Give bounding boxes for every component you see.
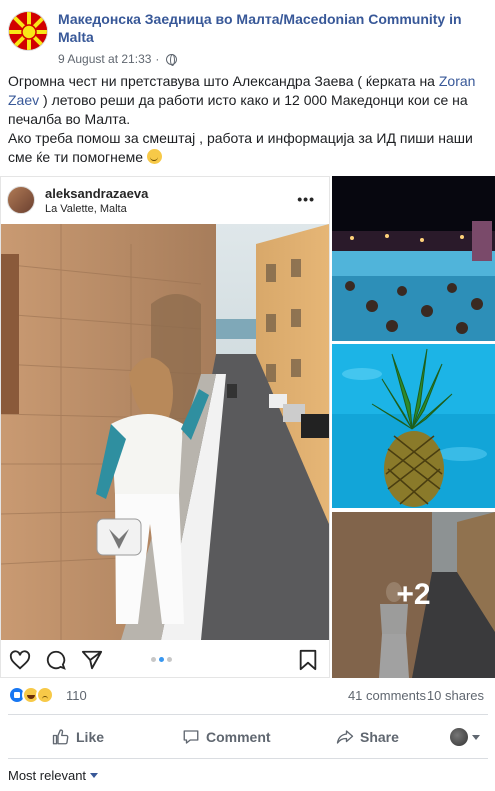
like-label: Like (76, 729, 105, 745)
more-photos-overlay[interactable]: +2 (332, 512, 495, 678)
viewer-avatar (450, 728, 468, 746)
like-button[interactable]: Like (52, 728, 104, 746)
instagram-action-bar (1, 641, 329, 677)
post-stats: 110 41 comments 10 shares (8, 686, 488, 708)
comment-icon (183, 730, 199, 744)
thumbs-up-icon (52, 729, 69, 745)
divider (8, 758, 488, 759)
share-button[interactable]: Share (336, 728, 399, 746)
night-pool-photo (332, 176, 495, 341)
globe-icon[interactable] (166, 53, 178, 66)
page-avatar[interactable] (8, 11, 48, 51)
reaction-count[interactable]: 110 (66, 688, 87, 703)
sad-reaction-icon (36, 686, 54, 704)
share-arrow-icon (336, 730, 354, 744)
smile-emoji-icon (146, 149, 162, 164)
thumbnail-night-pool[interactable] (332, 176, 495, 341)
comment-sort-label: Most relevant (8, 768, 87, 783)
instagram-post-image[interactable]: aleksandrazaeva La Valette, Malta ••• (0, 176, 330, 678)
post-timestamp[interactable]: 9 August at 21:33 (58, 52, 151, 66)
divider (8, 714, 488, 715)
caret-down-icon (472, 734, 480, 740)
thumbnail-pineapple[interactable] (332, 344, 495, 508)
shares-count-link[interactable]: 10 shares (427, 688, 484, 703)
street-scene (1, 224, 329, 640)
instagram-username: aleksandrazaeva (45, 186, 149, 201)
page-name-link[interactable]: Македонска Заедница во Малта/Macedonian … (58, 10, 478, 46)
heart-icon[interactable] (9, 649, 31, 671)
comments-count-link[interactable]: 41 comments (348, 688, 426, 703)
pineapple-photo (332, 344, 495, 508)
thumbnail-more-photos[interactable]: +2 (332, 512, 495, 678)
comment-label: Comment (206, 729, 271, 745)
comment-button[interactable]: Comment (182, 728, 271, 746)
post-as-selector[interactable] (450, 728, 480, 746)
reaction-icons[interactable] (8, 686, 54, 704)
photo-gallery: aleksandrazaeva La Valette, Malta ••• +2 (0, 176, 495, 678)
more-dots-icon: ••• (297, 191, 315, 207)
post-action-bar: Like Comment Share (8, 722, 488, 754)
bookmark-icon[interactable] (297, 649, 319, 671)
post-body: Огромна чест ни претставува што Александ… (8, 73, 476, 165)
caret-down-icon (90, 773, 99, 778)
carousel-indicator (151, 657, 172, 662)
share-label: Share (360, 729, 399, 745)
post-meta: 9 August at 21:33 · (58, 52, 178, 66)
street-photo (1, 224, 329, 640)
macedonia-flag-icon (9, 12, 47, 50)
send-icon[interactable] (81, 649, 103, 671)
comment-bubble-icon[interactable] (45, 649, 67, 671)
post-header: Македонска Заедница во Малта/Macedonian … (8, 8, 488, 70)
instagram-location: La Valette, Malta (45, 203, 127, 215)
comment-sort-dropdown[interactable]: Most relevant (8, 768, 99, 783)
instagram-avatar (7, 186, 35, 214)
